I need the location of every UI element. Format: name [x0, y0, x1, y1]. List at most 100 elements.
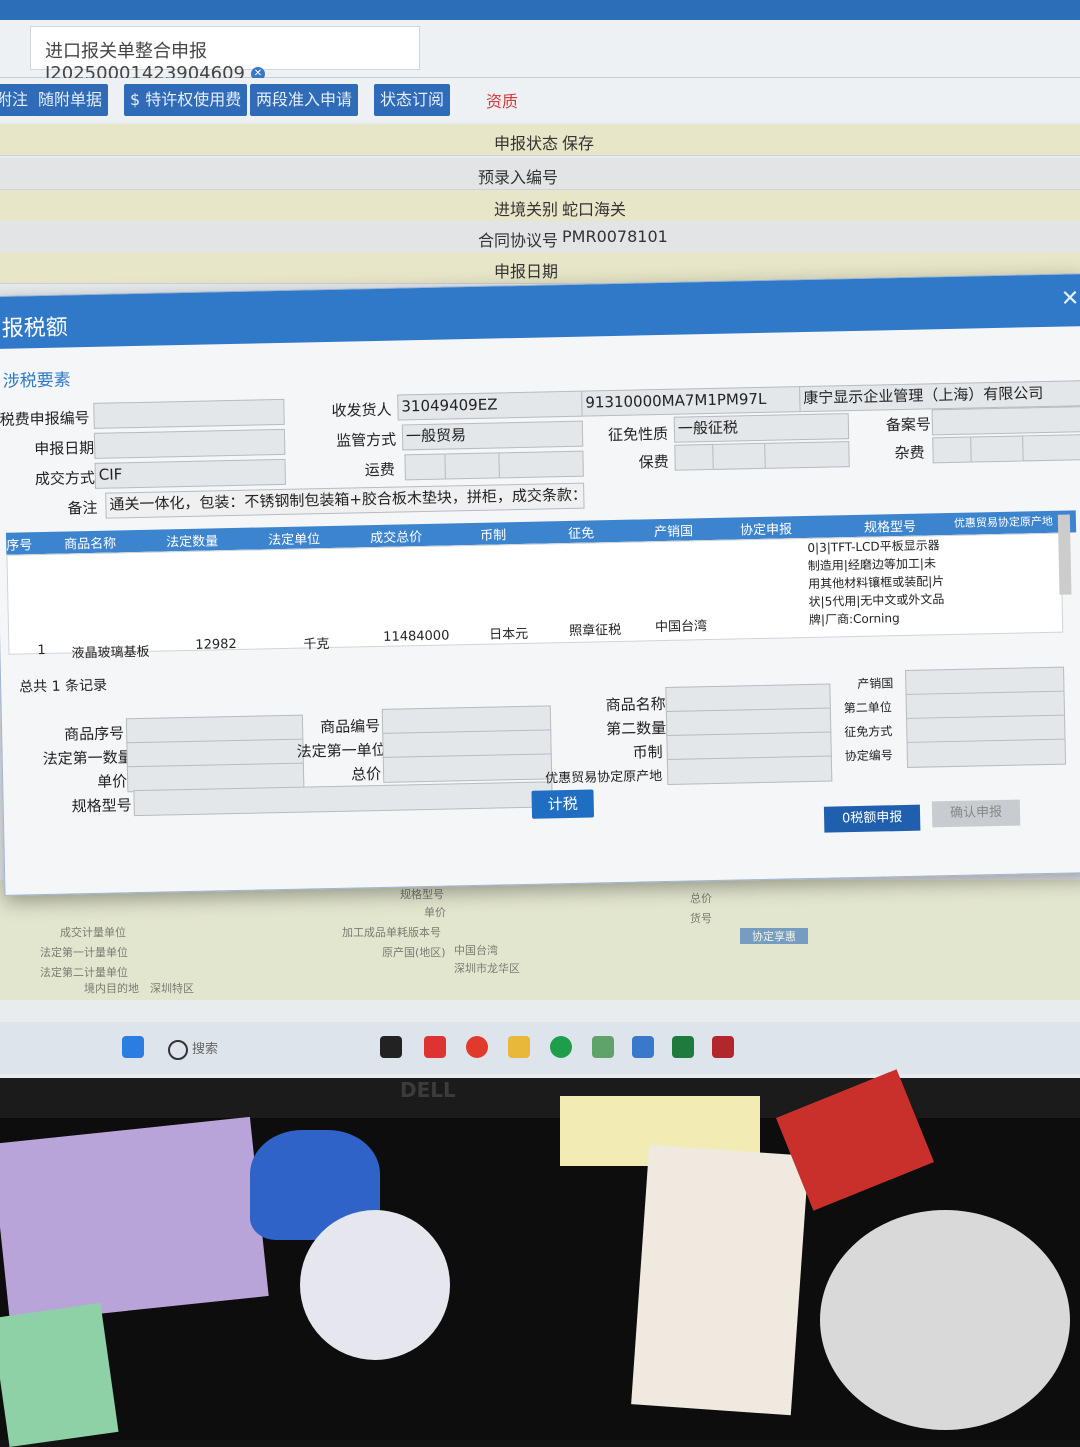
cell-unit: 千克 [303, 637, 330, 653]
credit-code-field[interactable]: 91310000MA7M1PM97L [581, 386, 801, 417]
browser-icon[interactable] [550, 1036, 572, 1058]
col-header[interactable]: 币制 [480, 524, 506, 544]
freight-mark-field[interactable] [404, 453, 446, 481]
search-icon[interactable] [168, 1040, 188, 1060]
consignee-code-field[interactable]: 31049409EZ [397, 390, 583, 421]
field-label: 单价 [424, 906, 446, 919]
two-stage-access-button[interactable]: 两段准入申请 [250, 84, 359, 116]
app-icon[interactable] [380, 1036, 402, 1058]
col-header[interactable]: 规格型号 [864, 516, 916, 536]
record-no-field[interactable] [931, 406, 1080, 436]
field-label: 成交计量单位 [60, 926, 126, 939]
sticky-pad [0, 1302, 119, 1447]
remark-field[interactable]: 通关一体化，包装：不锈钢制包装箱+胶合板木垫块，拼柜，成交条款：DAP [105, 482, 585, 519]
col-header[interactable]: 优惠贸易协定原产地 [954, 513, 1053, 531]
field-value: 深圳特区 [150, 982, 194, 995]
field-label: 优惠贸易协定原产地 [545, 769, 663, 787]
field-label: 法定第一数量 [42, 748, 133, 769]
supervision-label: 监管方式 [335, 430, 397, 450]
calc-tax-button[interactable]: 计税 [531, 789, 595, 819]
misc-label: 杂费 [894, 443, 925, 463]
app-icon[interactable] [632, 1036, 654, 1058]
field-value: 中国台湾 [454, 944, 498, 957]
agreement-button[interactable]: 协定享惠 [740, 928, 808, 944]
tissue-box [0, 1116, 269, 1324]
field-value: 蛇口海关 [562, 200, 627, 219]
total-price-field[interactable] [382, 753, 553, 783]
field-label: 加工成品单耗版本号 [342, 926, 441, 939]
windows-start-icon[interactable] [122, 1036, 144, 1058]
field-label: 合同协议号 [477, 231, 558, 250]
excel-icon[interactable] [672, 1036, 694, 1058]
field-label: 第二单位 [843, 700, 892, 716]
origin-field[interactable] [666, 755, 833, 785]
agreement-no-field[interactable] [906, 738, 1067, 768]
attached-docs-button[interactable]: 随附单据 [32, 84, 109, 116]
acrylic-charm [300, 1210, 450, 1360]
col-header[interactable]: 序号 [6, 534, 32, 554]
insurance-mark-field[interactable] [674, 443, 714, 471]
confirm-declare-button[interactable]: 确认申报 [931, 799, 1021, 828]
col-header[interactable]: 成交总价 [370, 526, 422, 546]
col-header[interactable]: 法定数量 [166, 530, 218, 550]
freight-currency-field[interactable] [498, 450, 584, 479]
levy-label: 征免性质 [607, 424, 669, 445]
field-label: 征免方式 [844, 724, 893, 740]
record-count: 总共 1 条记录 [19, 677, 108, 696]
field-label: 总价 [690, 892, 712, 905]
grid-scrollbar[interactable] [1057, 514, 1072, 595]
browser-top-bar [0, 0, 1080, 20]
field-label: 货号 [690, 912, 712, 925]
col-header[interactable]: 协定申报 [740, 518, 792, 538]
col-header[interactable]: 产销国 [654, 520, 693, 540]
decl-date-field[interactable] [93, 428, 286, 459]
search-label[interactable]: 搜索 [192, 1038, 218, 1057]
field-label: 法定第一计量单位 [40, 946, 128, 959]
field-label: 申报日期 [493, 262, 558, 281]
field-label: 总价 [350, 764, 382, 784]
note-button[interactable]: 附注 [0, 84, 35, 116]
field-label: 商品编号 [319, 716, 381, 737]
supervision-field[interactable]: 一般贸易 [401, 420, 584, 451]
lower-form-area: 成交计量单位 法定第一计量单位 法定第二计量单位 境内目的地 深圳特区 规格型号… [0, 880, 1080, 1000]
field-label: 商品序号 [64, 724, 125, 744]
zero-tax-declare-button[interactable]: 0税额申报 [823, 804, 921, 833]
dialog-title: 报税额 [1, 315, 68, 342]
insurance-rate-field[interactable] [712, 442, 766, 470]
misc-rate-field[interactable] [970, 435, 1024, 463]
misc-currency-field[interactable] [1022, 434, 1080, 462]
freight-rate-field[interactable] [444, 452, 500, 480]
snack-package [631, 1144, 809, 1416]
col-header[interactable]: 法定单位 [268, 528, 320, 548]
qualification-link[interactable]: 资质 [486, 88, 518, 112]
toolbar: 附注 随附单据 $ 特许权使用费 两段准入申请 状态订阅 资质 [0, 78, 1080, 122]
cell-total: 11484000 [383, 628, 450, 645]
record-no-label: 备案号 [885, 415, 932, 435]
folder-icon[interactable] [508, 1036, 530, 1058]
misc-mark-field[interactable] [932, 436, 972, 464]
royalty-button[interactable]: $ 特许权使用费 [124, 84, 248, 116]
tax-no-field[interactable] [93, 398, 285, 429]
field-label: 第二数量 [606, 718, 667, 739]
remark-label: 备注 [67, 498, 98, 518]
levy-field[interactable]: 一般征税 [673, 413, 850, 443]
col-header[interactable]: 商品名称 [64, 532, 116, 552]
taskbar: 搜索 [0, 1022, 1080, 1074]
field-label: 预录入编号 [477, 168, 558, 187]
field-label: 法定第二计量单位 [40, 966, 128, 979]
deal-mode-field[interactable]: CIF [94, 458, 287, 489]
field-label: 单价 [97, 772, 128, 791]
status-subscribe-button[interactable]: 状态订阅 [374, 84, 451, 116]
wps-icon[interactable] [424, 1036, 446, 1058]
close-icon[interactable]: ✕ [1061, 286, 1080, 311]
col-header[interactable]: 征免 [568, 522, 594, 542]
app-icon[interactable] [466, 1036, 488, 1058]
wechat-icon[interactable] [592, 1036, 614, 1058]
insurance-currency-field[interactable] [764, 441, 850, 469]
form-row: 申报状态 保存 [0, 124, 1080, 156]
table-row[interactable]: 1 液晶玻璃基板 12982 千克 11484000 日本元 照章征税 中国台湾… [6, 532, 1064, 661]
pdf-icon[interactable] [712, 1036, 734, 1058]
field-value: 深圳市龙华区 [454, 962, 520, 975]
field-label: 申报状态 [493, 134, 558, 153]
document-tab[interactable]: 进口报关单整合申报I20250001423904609 ✕ [30, 26, 420, 84]
